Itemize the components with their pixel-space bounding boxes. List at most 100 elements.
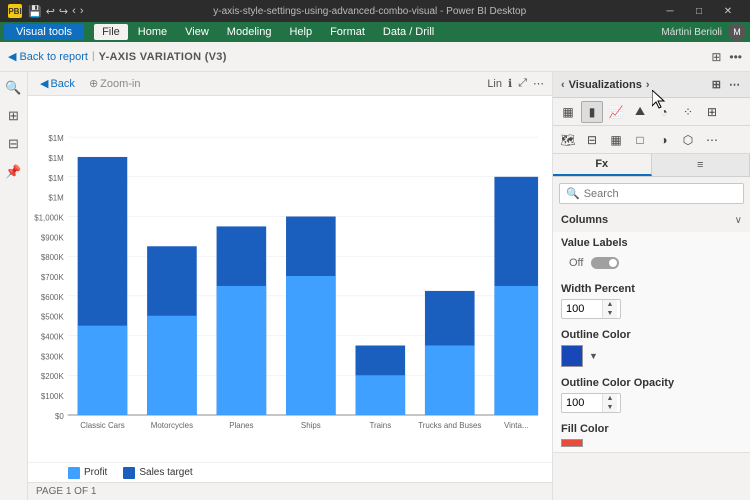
chart-footer: PAGE 1 OF 1 bbox=[28, 482, 552, 500]
width-percent-down[interactable]: ▼ bbox=[603, 309, 617, 318]
maximize-button[interactable]: □ bbox=[685, 0, 713, 22]
viz-back-icon[interactable]: ‹ bbox=[561, 79, 565, 91]
viz-area-icon[interactable]: ⛰ bbox=[629, 101, 651, 123]
ribbon: Visual tools File Home View Modeling Hel… bbox=[0, 22, 750, 42]
expand-icon[interactable]: ⤢ bbox=[518, 77, 527, 90]
bookmark-icon[interactable]: ⊞ bbox=[4, 106, 24, 126]
viz-card-icon[interactable]: □ bbox=[629, 129, 651, 151]
viz-funnel-icon[interactable]: ⬡ bbox=[677, 129, 699, 151]
viz-column-icon[interactable]: ▮ bbox=[581, 101, 603, 123]
search-input[interactable] bbox=[584, 188, 737, 200]
svg-text:$100K: $100K bbox=[41, 392, 65, 401]
ribbon-tab-format[interactable]: Format bbox=[322, 24, 373, 40]
outline-opacity-down[interactable]: ▼ bbox=[603, 403, 617, 412]
outline-opacity-input[interactable] bbox=[562, 395, 602, 411]
viz-bar-icon[interactable]: ▦ bbox=[557, 101, 579, 123]
svg-text:$500K: $500K bbox=[41, 313, 65, 322]
ribbon-tab-data-drill[interactable]: Data / Drill bbox=[375, 24, 442, 40]
more-icon[interactable]: ••• bbox=[729, 50, 742, 64]
svg-text:$1M: $1M bbox=[48, 194, 63, 203]
viz-more-icon[interactable]: ⋯ bbox=[727, 76, 742, 93]
toggle-knob bbox=[609, 259, 617, 267]
svg-text:Motorcycles: Motorcycles bbox=[151, 421, 193, 430]
pin-icon[interactable]: 📌 bbox=[4, 162, 24, 182]
legend-sales-target: Sales target bbox=[123, 467, 192, 479]
viz-matrix-icon[interactable]: ▦ bbox=[605, 129, 627, 151]
nav-separator: | bbox=[92, 51, 95, 62]
viz-forward-icon[interactable]: › bbox=[646, 79, 650, 91]
ribbon-tab-view[interactable]: View bbox=[177, 24, 217, 40]
ribbon-tab-home[interactable]: Home bbox=[130, 24, 175, 40]
outline-opacity-up[interactable]: ▲ bbox=[603, 394, 617, 403]
bar-trucks-profit[interactable] bbox=[425, 346, 475, 415]
visual-tools-tab[interactable]: Visual tools bbox=[4, 24, 84, 40]
chart-nav-header: ◀ Back ⊕ Zoom-in Lin ℹ ⤢ ⋯ bbox=[28, 72, 552, 96]
bar-classic-cars-profit[interactable] bbox=[78, 326, 128, 415]
chart-legend: Profit Sales target bbox=[28, 462, 552, 482]
viz-table-icon[interactable]: ⊟ bbox=[581, 129, 603, 151]
legend-profit: Profit bbox=[68, 467, 107, 479]
width-percent-up[interactable]: ▲ bbox=[603, 300, 617, 309]
svg-text:$300K: $300K bbox=[41, 352, 65, 361]
bar-ships-profit[interactable] bbox=[286, 276, 336, 415]
svg-text:$0: $0 bbox=[55, 412, 64, 421]
bar-vintage-profit[interactable] bbox=[494, 286, 538, 415]
bar-trains-profit[interactable] bbox=[355, 375, 405, 415]
info-icon[interactable]: ℹ bbox=[508, 77, 512, 90]
viz-pie-icon[interactable]: ◔ bbox=[653, 101, 675, 123]
viz-gauge-icon[interactable]: ◑ bbox=[653, 129, 675, 151]
window-controls: ─ □ ✕ bbox=[656, 0, 742, 22]
width-percent-row: Width Percent ▲ ▼ bbox=[553, 278, 750, 324]
close-button[interactable]: ✕ bbox=[714, 0, 742, 22]
back-to-report-link[interactable]: ◀ Back to report bbox=[8, 50, 88, 63]
color-dropdown-icon[interactable]: ▼ bbox=[587, 349, 600, 363]
back-arrow-icon: ◀ bbox=[8, 50, 16, 63]
svg-text:$700K: $700K bbox=[41, 273, 65, 282]
legend-profit-color bbox=[68, 467, 80, 479]
toolbar-icons: 💾 ↩ ↪ ‹ › bbox=[28, 5, 83, 18]
filter-icon[interactable]: ⊞ bbox=[711, 50, 721, 64]
value-labels-row: Value Labels Off bbox=[553, 232, 750, 278]
viz-more2-icon[interactable]: ⋯ bbox=[701, 129, 723, 151]
width-percent-input[interactable] bbox=[562, 301, 602, 317]
search-left-icon[interactable]: 🔍 bbox=[4, 78, 24, 98]
viz-scatter-icon[interactable]: ⁘ bbox=[677, 101, 699, 123]
viz-line-icon[interactable]: 📈 bbox=[605, 101, 627, 123]
width-percent-input-row[interactable]: ▲ ▼ bbox=[561, 299, 621, 319]
lin-icon[interactable]: Lin bbox=[487, 78, 502, 90]
ribbon-tab-file[interactable]: File bbox=[94, 24, 128, 40]
outline-opacity-spinners: ▲ ▼ bbox=[602, 394, 617, 412]
svg-text:$400K: $400K bbox=[41, 333, 65, 342]
save-icon[interactable]: 💾 bbox=[28, 5, 42, 18]
svg-text:$200K: $200K bbox=[41, 372, 65, 381]
redo-icon[interactable]: ↪ bbox=[59, 5, 68, 18]
outline-color-swatch[interactable] bbox=[561, 345, 583, 367]
fill-color-swatch[interactable] bbox=[561, 439, 583, 447]
tab-format[interactable]: Fx bbox=[553, 154, 652, 176]
viz-map-icon[interactable]: 🗺 bbox=[557, 129, 579, 151]
value-labels-toggle[interactable] bbox=[591, 257, 619, 269]
minimize-button[interactable]: ─ bbox=[656, 0, 684, 22]
back-chart-button[interactable]: ◀ Back bbox=[36, 77, 79, 90]
back-icon[interactable]: ‹ bbox=[72, 5, 76, 18]
more-chart-icon[interactable]: ⋯ bbox=[533, 77, 544, 90]
zoom-in-button[interactable]: ⊕ Zoom-in bbox=[85, 77, 145, 90]
svg-text:Trains: Trains bbox=[369, 421, 391, 430]
ribbon-tab-help[interactable]: Help bbox=[281, 24, 320, 40]
svg-text:$1M: $1M bbox=[48, 174, 63, 183]
ribbon-tab-modeling[interactable]: Modeling bbox=[219, 24, 280, 40]
columns-section-header[interactable]: Columns ∨ bbox=[553, 208, 750, 232]
outline-opacity-input-row[interactable]: ▲ ▼ bbox=[561, 393, 621, 413]
page-title: Y-AXIS VARIATION (V3) bbox=[99, 51, 227, 63]
viz-filter-icon[interactable]: ⊞ bbox=[710, 76, 723, 93]
visualizations-panel: ‹ Visualizations › ⊞ ⋯ ▦ ▮ 📈 ⛰ ◔ ⁘ ⊞ 🗺 ⊟… bbox=[552, 72, 750, 500]
user-avatar[interactable]: M bbox=[728, 23, 746, 41]
search-box[interactable]: 🔍 bbox=[559, 183, 744, 204]
undo-icon[interactable]: ↩ bbox=[46, 5, 55, 18]
viz-combo-icon[interactable]: ⊞ bbox=[701, 101, 723, 123]
tab-fields[interactable]: ≡ bbox=[652, 154, 750, 176]
filter-left-icon[interactable]: ⊟ bbox=[4, 134, 24, 154]
bar-motorcycles-profit[interactable] bbox=[147, 316, 197, 415]
bar-planes-profit[interactable] bbox=[217, 286, 267, 415]
viz-icons-row-1: ▦ ▮ 📈 ⛰ ◔ ⁘ ⊞ bbox=[553, 98, 750, 126]
